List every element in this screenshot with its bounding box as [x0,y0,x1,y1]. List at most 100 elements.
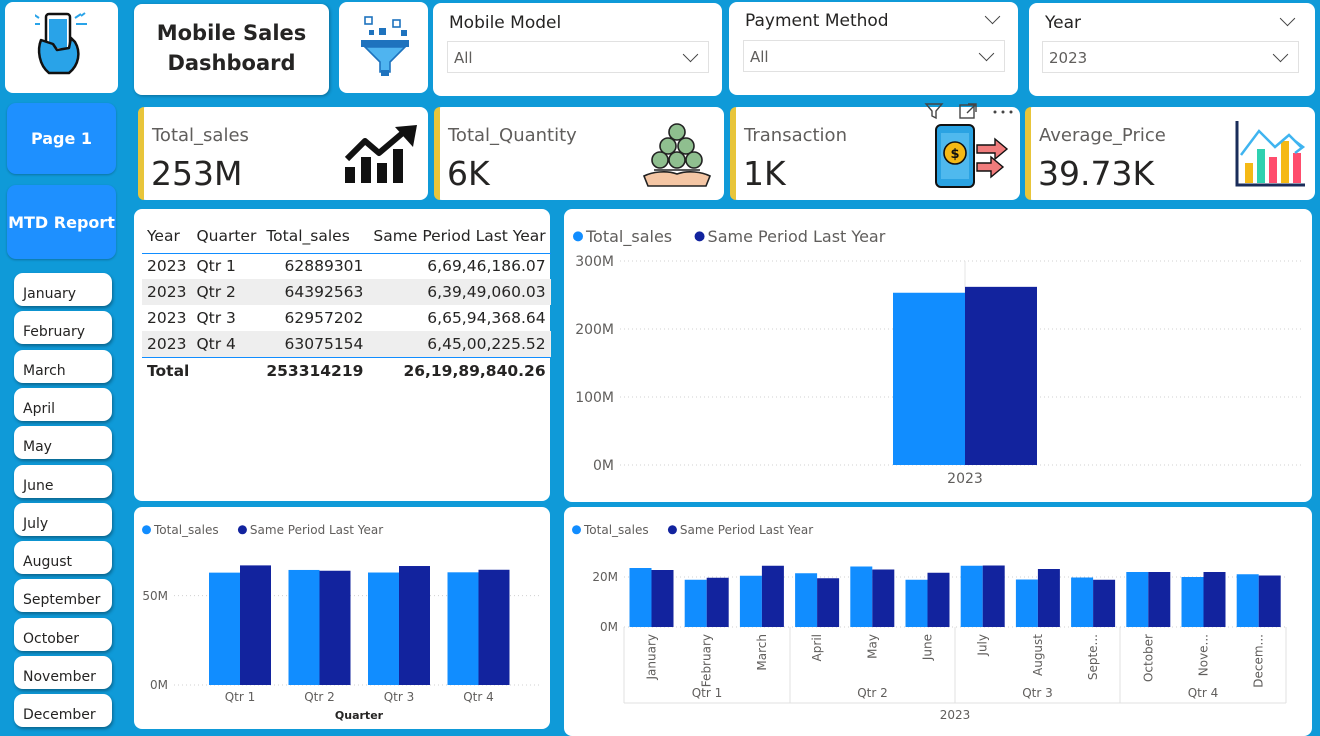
month-button-october[interactable]: October [14,618,112,651]
quarter-label: Qtr 1 [692,686,723,700]
x-tick-label: Nove... [1197,634,1211,676]
table-row: 2023 Qtr 4 63075154 6,45,00,225.52 [142,331,551,357]
bar-same-period-last-year [478,569,510,685]
page-title-line2: Dashboard [167,51,296,75]
legend-label: Same Period Last Year [250,523,383,537]
mobile-model-dropdown[interactable]: All [447,41,709,73]
quarterly-chart-card: Total_sales Same Period Last Year 0M 50M Qtr… [134,507,550,729]
x-tick-label: Septe... [1086,634,1100,680]
month-button-march[interactable]: March [14,350,112,383]
legend-label: Total_sales [153,523,219,537]
bar-total-sales [684,579,707,627]
x-tick-label: Qtr 2 [304,690,335,704]
column-header[interactable]: Total_sales [261,219,369,254]
legend-label: Same Period Last Year [680,523,813,537]
bar-same-period-last-year [319,570,351,685]
column-header[interactable]: Quarter [191,219,262,254]
bar-same-period-last-year [1258,575,1281,627]
kpi-total-quantity: Total_Quantity 6K [434,107,724,200]
mobile-in-hand-icon [35,12,87,75]
month-button-august[interactable]: August [14,541,112,574]
bar-total-sales [850,566,873,627]
bar-same-period-last-year [651,570,674,627]
nav-button-label: Page 1 [30,129,93,148]
legend-marker [667,525,677,535]
bar-total-sales [447,572,479,685]
month-button-january[interactable]: January [14,273,112,306]
bar-same-period-last-year [399,566,430,685]
quarter-label: Qtr 2 [857,686,888,700]
column-header[interactable]: Same Period Last Year [368,219,551,254]
legend-marker [694,231,705,242]
payment-method-dropdown[interactable]: All [743,40,1005,72]
bar-same-period-last-year [1148,572,1171,627]
chevron-down-icon[interactable] [1279,10,1296,27]
x-tick-label: October [1141,634,1155,682]
x-tick-label: February [700,634,714,687]
nav-mtd-report-button[interactable]: MTD Report [7,185,116,259]
bar-total-sales [795,573,818,627]
legend-label: Total_sales [585,227,672,247]
monthly-sales-chart: Total_sales Same Period Last Year 0M 20M Jan… [572,523,1287,722]
dropdown-value: All [750,48,769,66]
bar-total-sales [893,292,965,465]
page-title-line1: Mobile Sales [156,21,307,45]
y-tick-label: 20M [592,570,618,584]
column-header[interactable]: Year [142,219,192,254]
table-total-row: Total 253314219 26,19,89,840.26 [142,356,551,385]
x-tick-label: August [1031,634,1045,676]
kpi-value: 39.73K [1038,154,1155,193]
month-button-december[interactable]: December [14,694,112,727]
focus-mode-icon[interactable] [958,102,978,120]
funnel-filter-icon [361,16,409,76]
y-tick-label: 100M [575,390,614,406]
x-tick-label: April [810,634,824,661]
month-button-september[interactable]: September [14,579,112,612]
legend-marker [573,231,583,242]
month-button-april[interactable]: April [14,388,112,421]
quarter-label: Qtr 4 [1188,686,1219,700]
monthly-chart-card: Total_sales Same Period Last Year 0M 20M Jan… [564,507,1312,736]
nav-page-1-button[interactable]: Page 1 [7,103,116,174]
month-button-june[interactable]: June [14,465,112,498]
bar-same-period-last-year [982,565,1005,627]
legend-marker [142,525,151,535]
x-tick-label: July [976,634,990,657]
kpi-total-sales: Total_sales 253M [138,107,428,200]
table-cell: 63075154 [261,331,369,357]
bar-total-sales [288,569,320,685]
month-button-may[interactable]: May [14,426,112,459]
table-cell: Qtr 2 [191,279,262,305]
kpi-label: Total_Quantity [448,125,577,146]
bar-same-period-last-year [872,569,895,627]
bar-total-sales [1071,577,1094,627]
year-dropdown[interactable]: 2023 [1042,41,1299,73]
x-tick-label: Decem... [1252,634,1266,688]
chevron-down-icon[interactable] [984,8,1001,25]
table-cell: 62957202 [284,309,364,327]
more-options-icon[interactable] [992,108,1014,116]
kpi-label: Total_sales [152,125,249,146]
month-button-november[interactable]: November [14,656,112,689]
chevron-down-icon [1272,46,1289,63]
bar-total-sales [1236,574,1259,627]
bar-same-period-last-year [1037,569,1060,627]
year-label: 2023 [940,708,971,722]
filter-icon[interactable] [924,102,944,120]
bar-total-sales [368,572,399,685]
month-button-february[interactable]: February [14,311,112,344]
bar-same-period-last-year [817,578,840,627]
quarterly-sales-chart: Total_sales Same Period Last Year 0M 50M Qtr… [142,523,542,722]
kpi-value: 1K [743,154,786,193]
kpi-accent-bar [138,107,144,200]
table-cell: 6,65,94,368.64 [427,309,546,327]
month-button-july[interactable]: July [14,503,112,536]
sales-table: Year Quarter Total_sales Same Period Las… [142,219,551,385]
table-row: 2023 Qtr 1 62889301 6,69,46,186.07 [142,253,551,279]
bar-same-period-last-year [1093,579,1116,627]
kpi-value: 6K [447,154,490,193]
bar-same-period-last-year [706,577,729,627]
y-tick-label: 50M [142,589,168,603]
filter-card[interactable] [339,2,428,93]
table-cell: 2023 [142,331,192,357]
